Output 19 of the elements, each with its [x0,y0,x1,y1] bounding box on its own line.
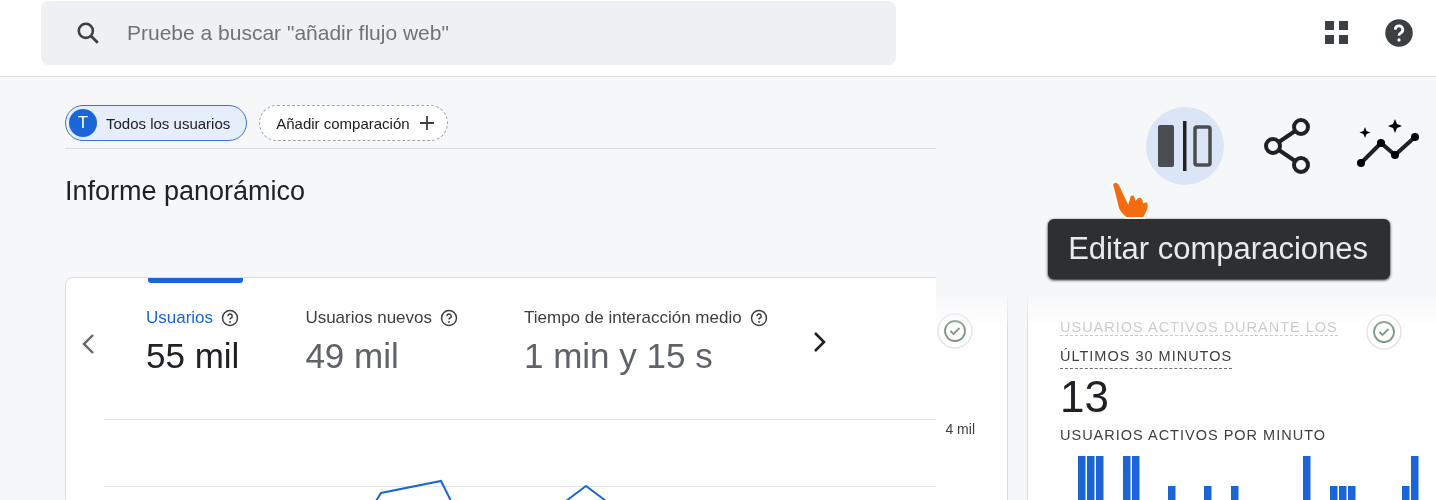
card-title: ÚLTIMOS 30 MINUTOS [1060,348,1233,369]
metric-value: 55 mil [146,336,240,376]
page-title: Informe panorámico [65,176,306,207]
metric-label: Tiempo de interacción medio [524,308,742,328]
metric-label: Usuarios [146,308,214,328]
avatar: T [69,109,97,137]
metric-tab[interactable]: Usuarios 55 mil [146,278,240,376]
tooltip: Editar comparaciones [1048,219,1390,279]
axis-label: 4 mil [945,421,975,437]
segment-chip[interactable]: T Todos los usuarios [65,105,248,141]
search-field[interactable]: Pruebe a buscar "añadir flujo web" [41,1,896,65]
active-users-count: 13 [1060,373,1110,422]
metric-tab[interactable]: Usuarios nuevos 49 mil [305,278,458,376]
metric-label: Usuarios nuevos [305,308,432,328]
metric-tab[interactable]: Tiempo de interacción medio 1 min y 15 s [524,278,768,376]
metric-value: 49 mil [305,336,400,376]
chart-title: USUARIOS ACTIVOS POR MINUTO [1060,427,1328,444]
add-comparison-button[interactable]: Añadir comparación [259,105,448,141]
metric-value: 1 min y 15 s [524,336,714,376]
